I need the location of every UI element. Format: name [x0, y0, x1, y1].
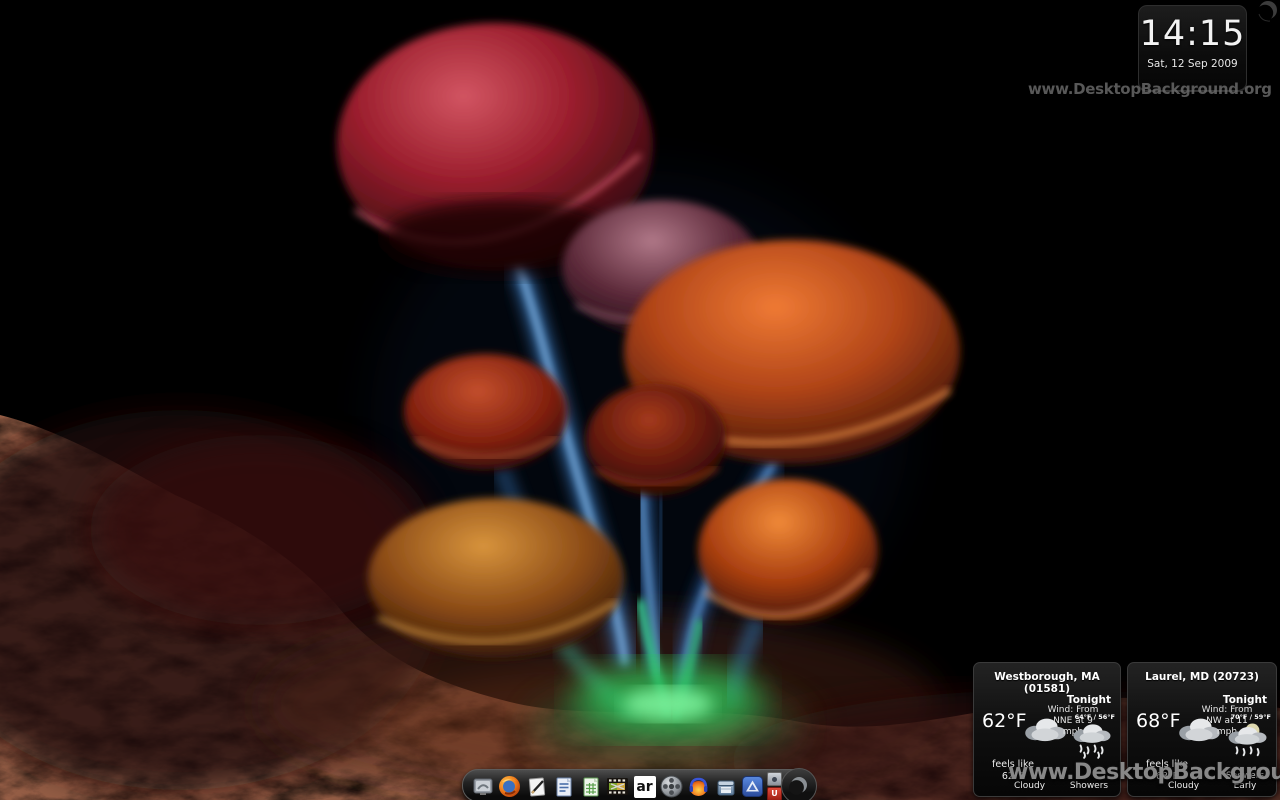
- firefox-icon: [498, 775, 521, 798]
- film-reel-icon: [660, 775, 683, 798]
- dock-item-camera-utility[interactable]: [767, 772, 782, 786]
- weather-location: Laurel, MD (20723): [1128, 671, 1276, 683]
- camera-utility-icon: [772, 777, 777, 782]
- dock-item-show-desktop[interactable]: [470, 774, 495, 799]
- showers-icon: [1070, 723, 1114, 761]
- dock-cashew-icon: [788, 775, 810, 797]
- dock-panel[interactable]: ar: [462, 769, 812, 800]
- watermark-bottom: www.DesktopBackground.org: [1008, 760, 1280, 785]
- triangle-app-icon: [741, 775, 764, 798]
- cashew-icon: [1256, 0, 1280, 24]
- dock-item-writer-document[interactable]: [551, 774, 576, 799]
- video-editor-icon: [606, 776, 629, 797]
- dock-item-update-shield[interactable]: U: [767, 787, 782, 800]
- dock-item-audio-player[interactable]: [686, 774, 711, 799]
- dock-item-triangle-app[interactable]: [740, 774, 765, 799]
- update-shield-icon: U: [771, 790, 778, 798]
- ar-app-label: ar: [636, 779, 652, 795]
- dock-item-firefox[interactable]: [497, 774, 522, 799]
- calc-spreadsheet-icon: [580, 776, 602, 798]
- ar-app-icon: ar: [634, 776, 656, 798]
- clock-time: 14:15: [1139, 14, 1246, 54]
- text-editor-icon: [526, 776, 548, 798]
- dock-item-film-reel[interactable]: [659, 774, 684, 799]
- forecast-temps: 64°F / 56°F: [1075, 713, 1115, 721]
- dock-item-ar-app[interactable]: ar: [632, 774, 657, 799]
- watermark-top: www.DesktopBackground.org: [1028, 80, 1272, 98]
- dock-cashew-button[interactable]: [781, 768, 817, 800]
- dock-item-text-editor[interactable]: [524, 774, 549, 799]
- dock-icon-row: ar: [470, 772, 783, 800]
- dock-item-video-editor[interactable]: [605, 774, 630, 799]
- desktop: 14:15 Sat, 12 Sep 2009 www.DesktopBackgr…: [0, 0, 1280, 800]
- writer-document-icon: [553, 776, 575, 798]
- audio-player-icon: [687, 775, 710, 798]
- forecast-temps: 70°F / 59°F: [1231, 713, 1271, 721]
- file-box-icon: [715, 776, 737, 798]
- dock-item-file-box[interactable]: [713, 774, 738, 799]
- show-desktop-icon: [472, 776, 494, 798]
- clock-widget[interactable]: 14:15 Sat, 12 Sep 2009: [1138, 5, 1247, 92]
- dock-item-calc-spreadsheet[interactable]: [578, 774, 603, 799]
- plasma-cashew-button[interactable]: [1256, 0, 1280, 24]
- night-showers-icon: [1226, 723, 1270, 761]
- weather-location: Westborough, MA (01581): [974, 671, 1120, 695]
- current-temp: 68°F: [1136, 710, 1181, 732]
- clock-date: Sat, 12 Sep 2009: [1139, 58, 1246, 70]
- current-temp: 62°F: [982, 710, 1027, 732]
